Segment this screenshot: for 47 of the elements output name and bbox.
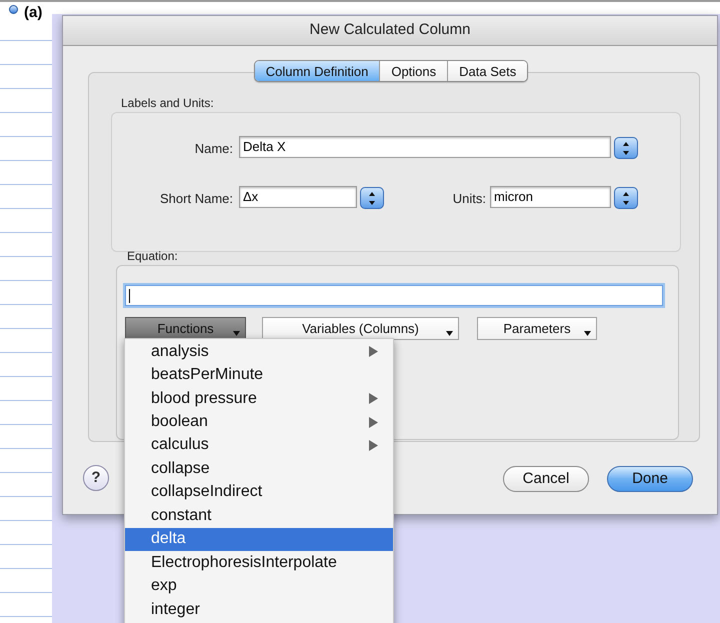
figure-label: (a): [24, 5, 42, 20]
menu-item[interactable]: exp: [125, 574, 393, 598]
menu-item[interactable]: collapse: [125, 457, 393, 481]
submenu-arrow-icon: [369, 440, 378, 451]
field-label: Units:: [452, 190, 486, 208]
units-field[interactable]: micron: [490, 186, 611, 208]
popup-button[interactable]: Functions: [125, 317, 246, 340]
submenu-arrow-icon: [369, 393, 378, 404]
equation-field[interactable]: [125, 285, 663, 306]
popup-button[interactable]: Parameters: [477, 317, 597, 340]
field-label: Short Name:: [160, 190, 233, 208]
menu-item[interactable]: beatsPerMinute: [125, 363, 393, 387]
menu-item[interactable]: blood pressure: [125, 386, 393, 410]
popup-button[interactable]: Variables (Columns): [262, 317, 459, 340]
dialog-button[interactable]: Cancel: [503, 466, 589, 492]
tab[interactable]: Data Sets: [447, 61, 528, 81]
up-down-arrows-icon: [369, 192, 375, 204]
submenu-arrow-icon: [369, 416, 378, 428]
menu-item[interactable]: delta: [125, 528, 393, 551]
name-field[interactable]: Delta X: [239, 136, 611, 158]
menu-item[interactable]: collapseIndirect: [125, 480, 393, 504]
section-label: Equation:: [127, 248, 178, 265]
bullet-icon: [9, 5, 18, 14]
menu-item[interactable]: ElectrophoresisInterpolate: [125, 550, 393, 574]
submenu-arrow-icon: [369, 346, 378, 358]
field-label: Name:: [194, 140, 233, 158]
up-down-arrows-icon: [623, 142, 629, 154]
dialog-button[interactable]: Done: [607, 466, 693, 492]
stepper-button[interactable]: [614, 187, 638, 209]
menu-item[interactable]: calculus: [125, 434, 393, 458]
menu-item[interactable]: analysis: [125, 340, 393, 364]
stepper-button[interactable]: [360, 187, 384, 209]
section-label: Labels and Units:: [121, 95, 214, 112]
menu-item[interactable]: boolean: [125, 410, 393, 434]
dropdown-arrow-icon: [584, 331, 591, 336]
tab[interactable]: Options: [379, 61, 448, 81]
dropdown-arrow-icon: [233, 331, 240, 336]
help-button[interactable]: ?: [83, 465, 109, 491]
menu-item[interactable]: constant: [125, 504, 393, 528]
tab[interactable]: Column Definition: [254, 61, 380, 81]
text-caret: [129, 288, 130, 302]
menu-item[interactable]: integer: [125, 598, 393, 622]
up-down-arrows-icon: [623, 192, 629, 204]
window-title: New Calculated Column: [310, 20, 470, 40]
stepper-button[interactable]: [614, 137, 638, 159]
short-name-field[interactable]: Δx: [239, 186, 357, 208]
dropdown-arrow-icon: [446, 331, 453, 336]
